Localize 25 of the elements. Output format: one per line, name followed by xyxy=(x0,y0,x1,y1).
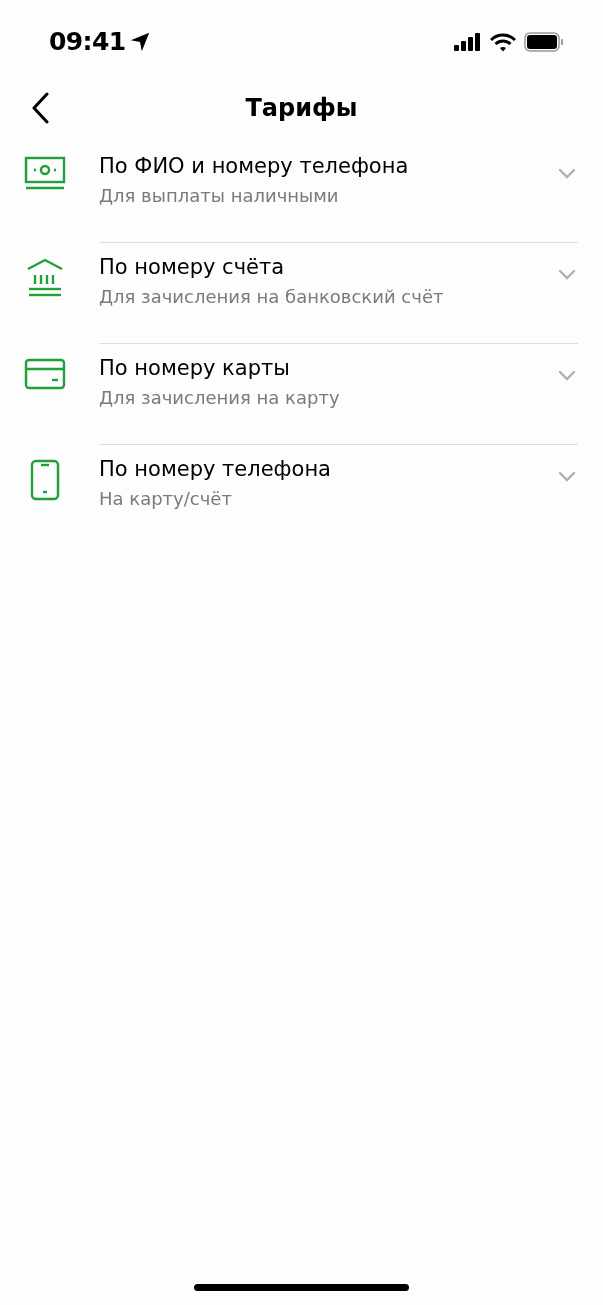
row-subtitle: Для зачисления на банковский счёт xyxy=(99,285,445,309)
phone-icon xyxy=(29,459,60,501)
row-title: По номеру карты xyxy=(99,355,291,382)
row-title: По ФИО и номеру телефона xyxy=(99,153,410,180)
row-subtitle: На карту/счёт xyxy=(99,487,233,511)
chevron-icon[interactable] xyxy=(558,168,576,180)
tariff-row[interactable]: По номеру счёта Для зачисления на банковский счёт xyxy=(0,243,603,344)
status-time: 09:41 xyxy=(49,26,126,59)
chevron-icon[interactable] xyxy=(558,269,576,281)
banknote-icon xyxy=(23,156,66,190)
row-subtitle: Для зачисления на карту xyxy=(99,386,341,410)
chevron-icon[interactable] xyxy=(558,370,576,382)
wifi-icon xyxy=(490,32,516,52)
tariff-row[interactable]: По номеру карты Для зачисления на карту xyxy=(0,344,603,445)
location-arrow-icon xyxy=(129,31,152,53)
row-title: По номеру телефона xyxy=(99,456,332,483)
signal-icon xyxy=(454,33,482,51)
tariff-row[interactable]: По ФИО и номеру телефона Для выплаты наличными xyxy=(0,142,603,243)
chevron-icon[interactable] xyxy=(558,471,576,483)
row-title: По номеру счёта xyxy=(99,254,286,281)
battery-icon xyxy=(524,32,564,52)
page-title: Тарифы xyxy=(245,93,358,124)
tariff-row[interactable]: По номеру телефона На карту/счёт xyxy=(0,445,603,546)
card-icon xyxy=(23,358,66,390)
row-subtitle: Для выплаты наличными xyxy=(99,184,340,208)
